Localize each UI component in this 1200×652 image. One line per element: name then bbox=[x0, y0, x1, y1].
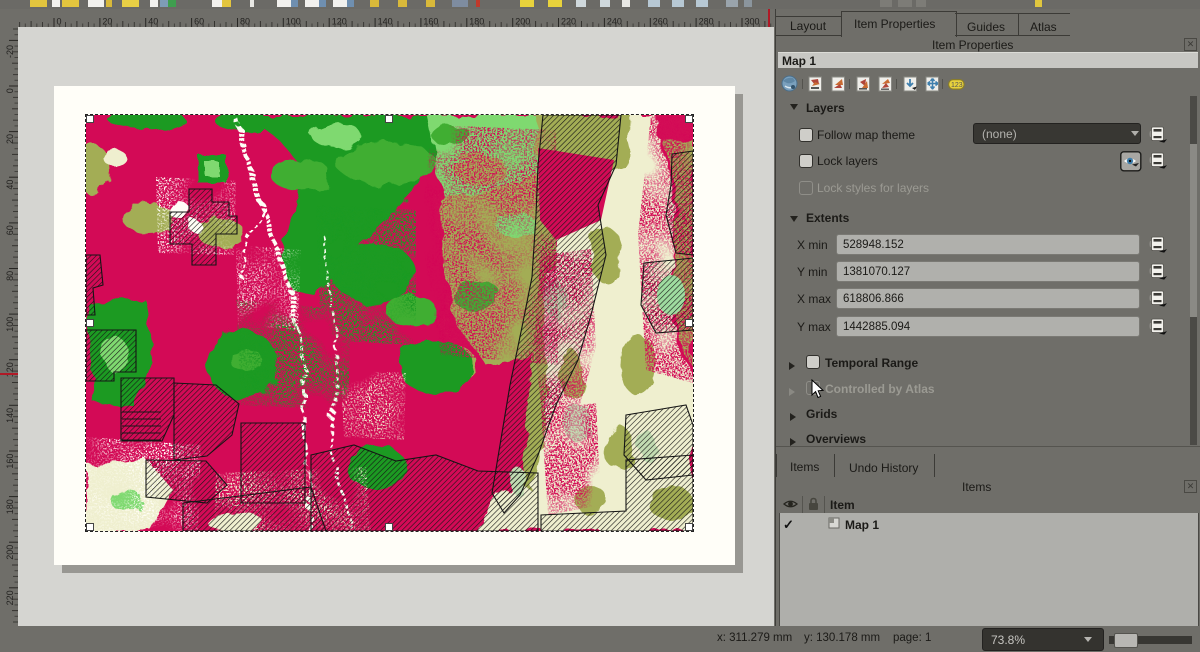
svg-text:200: 200 bbox=[515, 17, 530, 27]
svg-text:100: 100 bbox=[286, 17, 301, 27]
svg-text:240: 240 bbox=[607, 17, 622, 27]
svg-text:80: 80 bbox=[5, 271, 15, 281]
svg-text:120: 120 bbox=[5, 362, 15, 377]
svg-text:140: 140 bbox=[5, 408, 15, 423]
svg-text:200: 200 bbox=[5, 545, 15, 560]
svg-text:20: 20 bbox=[5, 134, 15, 144]
svg-text:123: 123 bbox=[951, 82, 963, 89]
svg-text:180: 180 bbox=[5, 499, 15, 514]
svg-text:40: 40 bbox=[5, 180, 15, 190]
svg-text:280: 280 bbox=[699, 17, 714, 27]
svg-text:180: 180 bbox=[469, 17, 484, 27]
svg-text:260: 260 bbox=[653, 17, 668, 27]
svg-text:160: 160 bbox=[423, 17, 438, 27]
svg-text:140: 140 bbox=[378, 17, 393, 27]
svg-text:120: 120 bbox=[332, 17, 347, 27]
svg-text:160: 160 bbox=[5, 454, 15, 469]
svg-text:220: 220 bbox=[561, 17, 576, 27]
svg-text:60: 60 bbox=[5, 225, 15, 235]
svg-text:300: 300 bbox=[745, 17, 760, 27]
svg-text:0: 0 bbox=[57, 17, 62, 27]
svg-text:220: 220 bbox=[5, 590, 15, 605]
svg-text:0: 0 bbox=[5, 88, 15, 93]
svg-text:100: 100 bbox=[5, 317, 15, 332]
